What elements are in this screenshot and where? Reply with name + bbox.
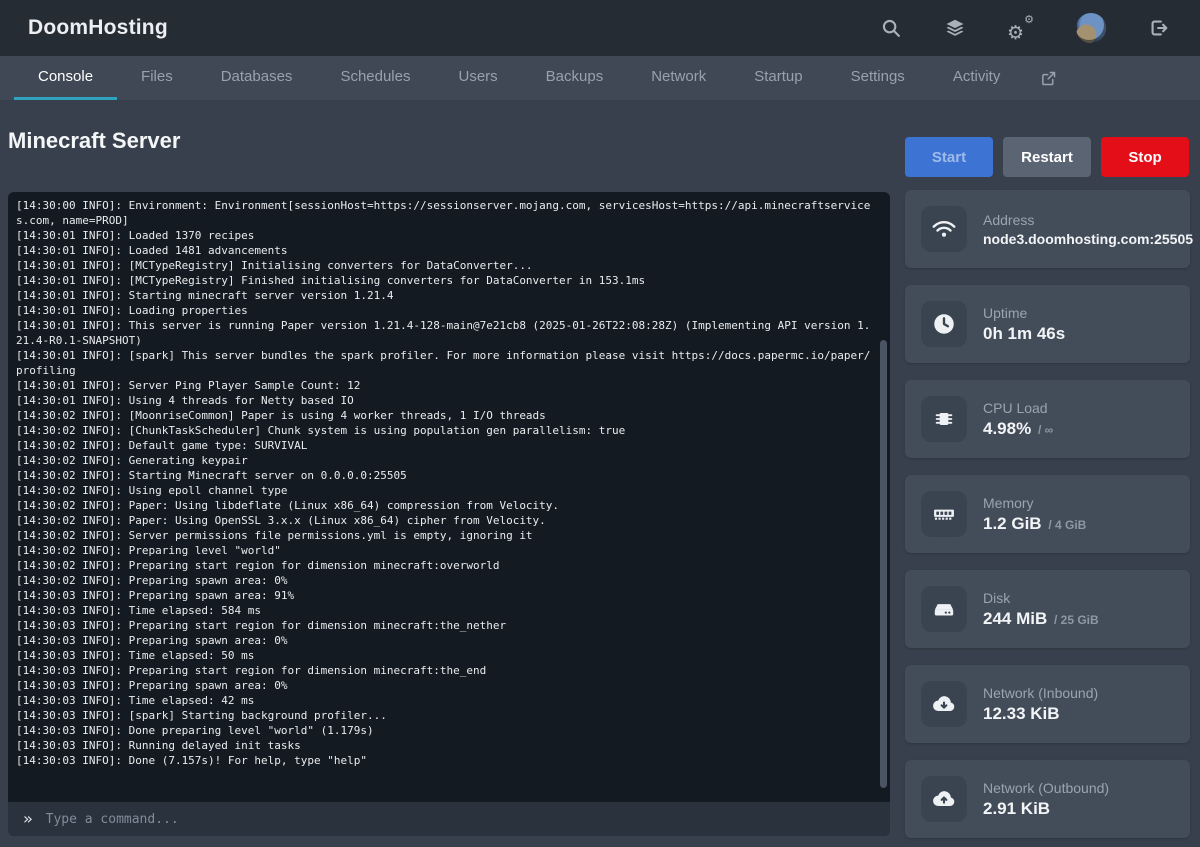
stat-card-network-inbound: Network (Inbound) 12.33 KiB xyxy=(905,665,1190,743)
console-column: Minecraft Server [14:30:00 INFO]: Enviro… xyxy=(8,100,890,847)
user-avatar[interactable] xyxy=(1076,13,1106,43)
stat-label: CPU Load xyxy=(983,400,1053,416)
tab-console[interactable]: Console xyxy=(14,56,117,100)
clock-icon xyxy=(921,301,967,347)
cloud-upload-icon xyxy=(921,776,967,822)
stat-cards: Address node3.doomhosting.com:25505 Upti… xyxy=(905,190,1190,847)
console-log[interactable]: [14:30:00 INFO]: Environment: Environmen… xyxy=(8,192,890,802)
console-log-text: [14:30:00 INFO]: Environment: Environmen… xyxy=(16,198,872,768)
prompt-icon: » xyxy=(23,811,33,827)
tab-activity[interactable]: Activity xyxy=(929,56,1025,100)
console-scrollbar-thumb[interactable] xyxy=(880,340,887,788)
stat-value: 244 MiB / 25 GiB xyxy=(983,609,1099,629)
stat-card-address: Address node3.doomhosting.com:25505 xyxy=(905,190,1190,268)
stat-card-disk: Disk 244 MiB / 25 GiB xyxy=(905,570,1190,648)
top-navbar: DoomHosting ⚙⚙ xyxy=(0,0,1200,56)
tab-startup[interactable]: Startup xyxy=(730,56,826,100)
stat-value: 0h 1m 46s xyxy=(983,324,1067,344)
stat-card-uptime: Uptime 0h 1m 46s xyxy=(905,285,1190,363)
stat-card-memory: Memory 1.2 GiB / 4 GiB xyxy=(905,475,1190,553)
stat-value: 2.91 KiB xyxy=(983,799,1109,819)
tab-databases[interactable]: Databases xyxy=(197,56,317,100)
gears-icon[interactable]: ⚙⚙ xyxy=(1008,16,1034,40)
server-panel: DoomHosting ⚙⚙ xyxy=(0,0,1200,847)
memory-icon xyxy=(921,491,967,537)
console-panel: [14:30:00 INFO]: Environment: Environmen… xyxy=(8,192,890,836)
stats-column: Start Restart Stop Address node xyxy=(905,100,1190,847)
tab-files[interactable]: Files xyxy=(117,56,197,100)
command-input[interactable] xyxy=(46,812,875,827)
restart-button[interactable]: Restart xyxy=(1003,137,1091,177)
stat-label: Network (Inbound) xyxy=(983,685,1098,701)
brand-title[interactable]: DoomHosting xyxy=(28,16,168,40)
power-buttons: Start Restart Stop xyxy=(905,137,1190,177)
layers-icon[interactable] xyxy=(944,17,966,39)
stat-value: 1.2 GiB / 4 GiB xyxy=(983,514,1086,534)
stop-button[interactable]: Stop xyxy=(1101,137,1189,177)
stat-label: Uptime xyxy=(983,305,1067,321)
navbar-icon-group: ⚙⚙ xyxy=(880,13,1170,43)
stat-card-cpu: CPU Load 4.98% / ∞ xyxy=(905,380,1190,458)
cpu-icon xyxy=(921,396,967,442)
tab-schedules[interactable]: Schedules xyxy=(316,56,434,100)
server-tabbar: Console Files Databases Schedules Users … xyxy=(0,56,1200,100)
signout-icon[interactable] xyxy=(1148,17,1170,39)
disk-icon xyxy=(921,586,967,632)
stat-value: 12.33 KiB xyxy=(983,704,1098,724)
stat-card-network-outbound: Network (Outbound) 2.91 KiB xyxy=(905,760,1190,838)
stat-label: Address xyxy=(983,212,1176,228)
wifi-icon xyxy=(921,206,967,252)
stat-value: node3.doomhosting.com:25505 xyxy=(983,231,1176,247)
start-button[interactable]: Start xyxy=(905,137,993,177)
stat-label: Memory xyxy=(983,495,1086,511)
tab-backups[interactable]: Backups xyxy=(522,56,628,100)
tab-network[interactable]: Network xyxy=(627,56,730,100)
main-content: Minecraft Server [14:30:00 INFO]: Enviro… xyxy=(0,100,1200,847)
tab-users[interactable]: Users xyxy=(435,56,522,100)
stat-value: 4.98% / ∞ xyxy=(983,419,1053,439)
stat-label: Network (Outbound) xyxy=(983,780,1109,796)
cloud-download-icon xyxy=(921,681,967,727)
search-icon[interactable] xyxy=(880,17,902,39)
tab-settings[interactable]: Settings xyxy=(827,56,929,100)
external-link-icon[interactable] xyxy=(1024,56,1073,100)
stat-label: Disk xyxy=(983,590,1099,606)
command-bar: » xyxy=(8,802,890,836)
page-title: Minecraft Server xyxy=(8,126,890,156)
